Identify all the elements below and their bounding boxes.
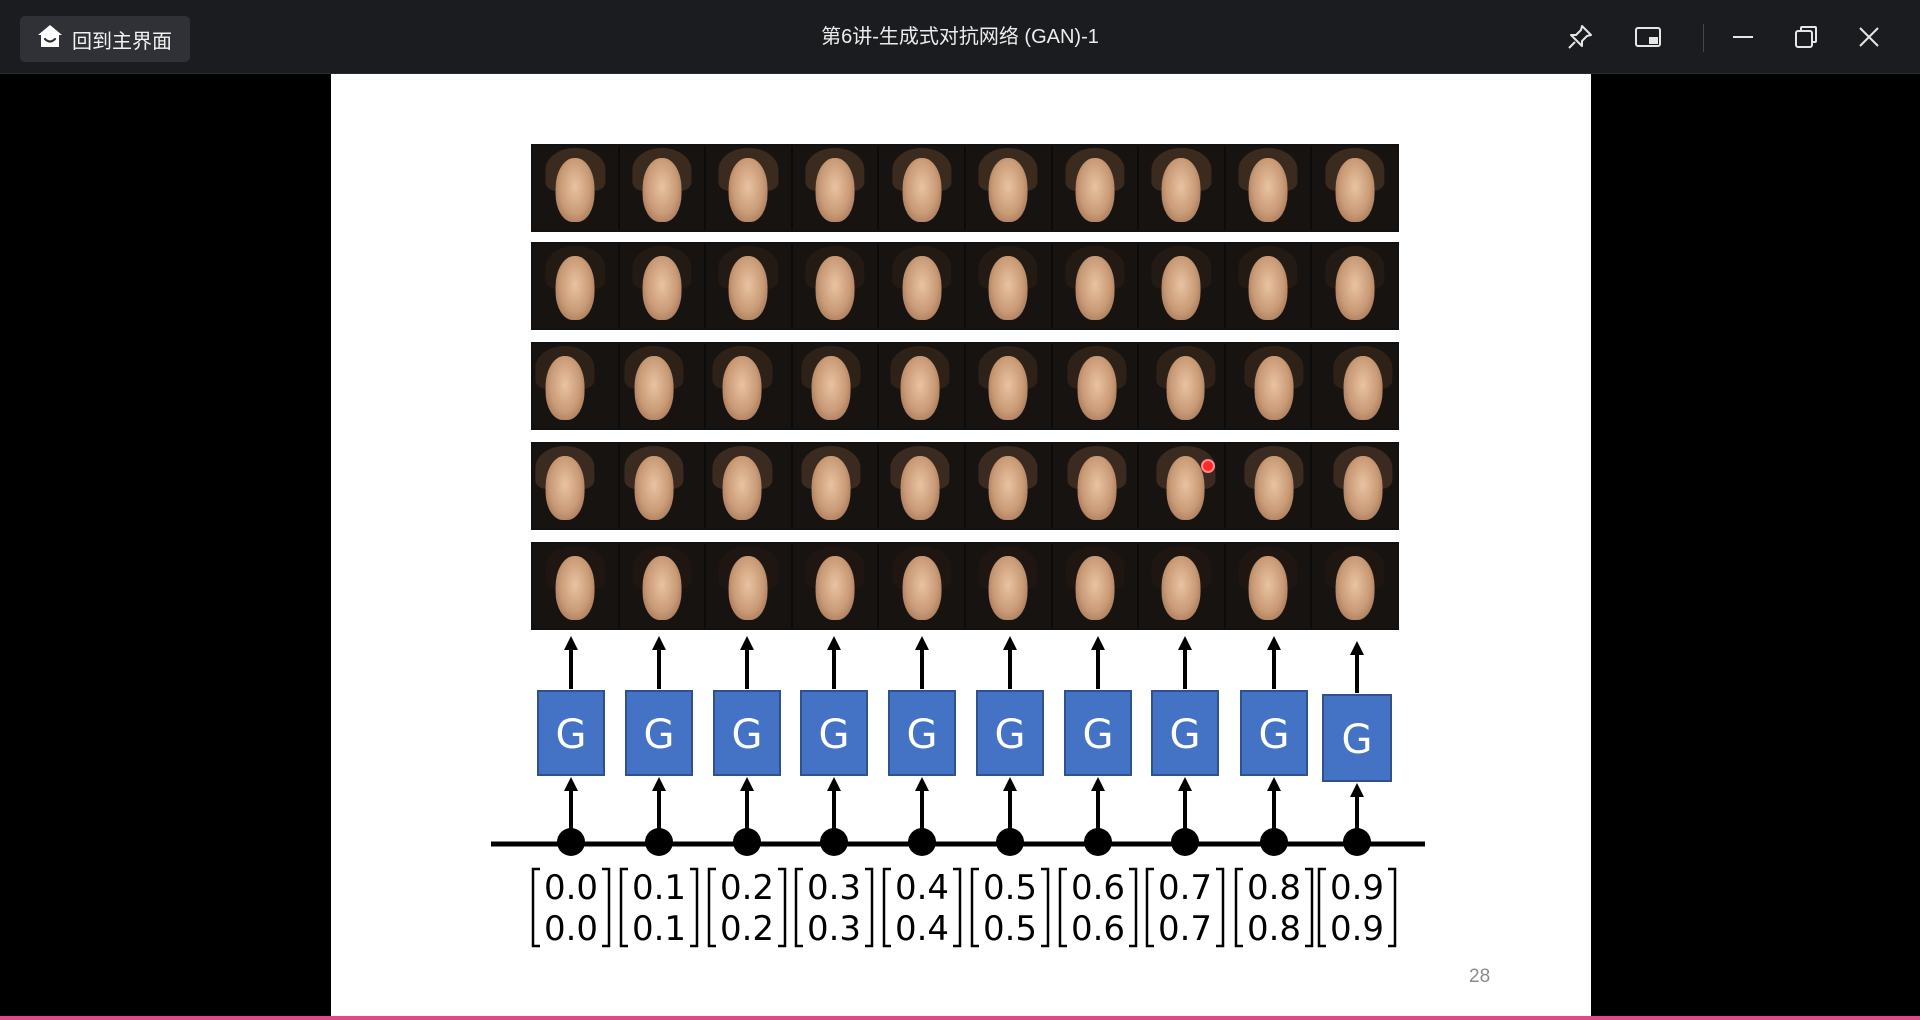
minimize-icon[interactable]: [1724, 18, 1762, 56]
vector-bracket-left: [794, 867, 803, 948]
vector-top-value: 0.4: [895, 868, 949, 908]
slide: G 0.0 0.0 G 0.1 0.1 G 0.2 0.2 G 0.3 0.3 G 0.4 0.4 G 0.5 0…: [331, 74, 1591, 1016]
vector-bottom-value: 0.2: [720, 909, 774, 949]
presentation-stage: G 0.0 0.0 G 0.1 0.1 G 0.2 0.2 G 0.3 0.3 G 0.4 0.4 G 0.5 0…: [0, 74, 1920, 1016]
vector-bottom-value: 0.9: [1330, 909, 1384, 949]
vector-bracket-right: [1388, 867, 1397, 948]
generator-label: G: [819, 712, 850, 758]
arrow-head: [1267, 777, 1281, 791]
vector-bracket-left: [1145, 867, 1154, 948]
latent-point: [1260, 828, 1288, 856]
generator-label: G: [1083, 712, 1114, 758]
vector-top-value: 0.3: [807, 868, 861, 908]
vector-bracket-left: [619, 867, 628, 948]
arrow-head: [827, 636, 841, 650]
vector-top-value: 0.7: [1158, 868, 1212, 908]
pointer-marker: [1201, 459, 1215, 473]
vector-top-value: 0.6: [1071, 868, 1125, 908]
arrow-head: [915, 636, 929, 650]
vector-bracket-right: [1129, 867, 1138, 948]
home-icon: [36, 22, 64, 56]
vector-bracket-left: [531, 867, 540, 948]
latent-point: [1084, 828, 1112, 856]
arrow-head: [1350, 783, 1364, 797]
vector-top-value: 0.9: [1330, 868, 1384, 908]
arrow-head: [740, 636, 754, 650]
bottom-progress-strip: [0, 1016, 1920, 1020]
vector-bracket-left: [882, 867, 891, 948]
generator-label: G: [1170, 712, 1201, 758]
arrow-head: [652, 777, 666, 791]
vector-bottom-value: 0.8: [1247, 909, 1301, 949]
vector-bracket-right: [602, 867, 611, 948]
vector-bracket-right: [690, 867, 699, 948]
generator-label: G: [732, 712, 763, 758]
vector-bracket-right: [865, 867, 874, 948]
vector-bottom-value: 0.7: [1158, 909, 1212, 949]
latent-point: [996, 828, 1024, 856]
vector-top-value: 0.0: [544, 868, 598, 908]
close-icon[interactable]: [1850, 18, 1888, 56]
home-button[interactable]: 回到主界面: [20, 16, 190, 62]
vector-top-value: 0.5: [983, 868, 1037, 908]
vector-bracket-right: [778, 867, 787, 948]
arrow-head: [564, 636, 578, 650]
latent-point: [1171, 828, 1199, 856]
vector-top-value: 0.2: [720, 868, 774, 908]
arrow-head: [1003, 636, 1017, 650]
vector-bottom-value: 0.1: [632, 909, 686, 949]
arrow-head: [1178, 777, 1192, 791]
arrow-head: [564, 777, 578, 791]
vector-bottom-value: 0.3: [807, 909, 861, 949]
arrow-head: [827, 777, 841, 791]
arrow-head: [1091, 777, 1105, 791]
vector-bottom-value: 0.0: [544, 909, 598, 949]
panel-toggle-icon[interactable]: [1629, 18, 1667, 56]
generator-diagram: G0.00.0G0.10.1G0.20.2G0.30.3G0.40.4G0.50…: [491, 636, 1425, 949]
toolbar-separator: [1703, 24, 1704, 52]
vector-bracket-left: [707, 867, 716, 948]
latent-point: [645, 828, 673, 856]
arrow-head: [1267, 636, 1281, 650]
generator-label: G: [995, 712, 1026, 758]
home-button-label: 回到主界面: [72, 30, 172, 53]
arrow-head: [652, 636, 666, 650]
vector-bottom-value: 0.6: [1071, 909, 1125, 949]
generator-label: G: [556, 712, 587, 758]
arrow-head: [1178, 636, 1192, 650]
restore-icon[interactable]: [1787, 18, 1825, 56]
generator-label: G: [1342, 717, 1373, 763]
title-bar: 回到主界面 第6讲-生成式对抗网络 (GAN)-1: [0, 0, 1920, 74]
generator-label: G: [644, 712, 675, 758]
pin-icon[interactable]: [1561, 18, 1599, 56]
vector-bracket-right: [953, 867, 962, 948]
page-number: 28: [1469, 966, 1491, 987]
arrow-head: [740, 777, 754, 791]
vector-bracket-left: [1317, 867, 1326, 948]
vector-bracket-left: [970, 867, 979, 948]
vector-top-value: 0.8: [1247, 868, 1301, 908]
latent-point: [1343, 828, 1371, 856]
arrow-head: [1350, 641, 1364, 655]
latent-point: [820, 828, 848, 856]
vector-bracket-right: [1216, 867, 1225, 948]
generator-label: G: [907, 712, 938, 758]
vector-bracket-left: [1058, 867, 1067, 948]
vector-bottom-value: 0.4: [895, 909, 949, 949]
generator-label: G: [1259, 712, 1290, 758]
vector-bottom-value: 0.5: [983, 909, 1037, 949]
vector-bracket-right: [1305, 867, 1314, 948]
arrow-head: [915, 777, 929, 791]
vector-bracket-right: [1041, 867, 1050, 948]
latent-point: [908, 828, 936, 856]
arrow-head: [1003, 777, 1017, 791]
vector-bracket-left: [1234, 867, 1243, 948]
latent-point: [557, 828, 585, 856]
latent-point: [733, 828, 761, 856]
vector-top-value: 0.1: [632, 868, 686, 908]
arrow-head: [1091, 636, 1105, 650]
